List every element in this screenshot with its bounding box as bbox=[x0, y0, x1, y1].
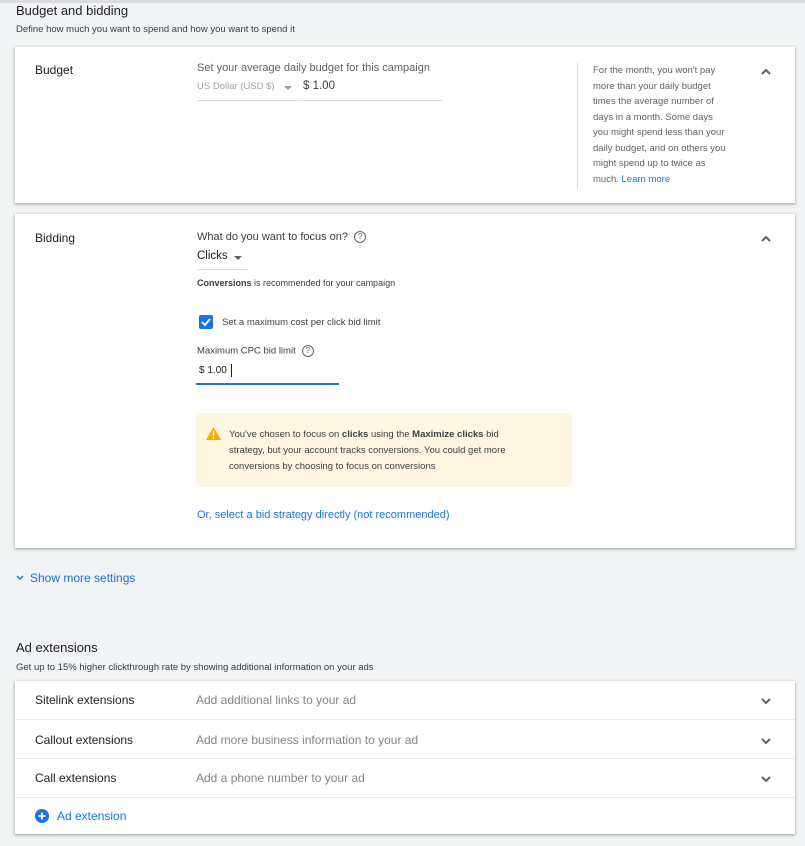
warning-banner: You've chosen to focus on clicks using t… bbox=[196, 413, 572, 487]
help-line: daily budget, and on others you bbox=[593, 142, 726, 154]
help-line: For the month, you won't pay bbox=[593, 65, 716, 76]
warning-line-2: strategy, but your account tracks conver… bbox=[229, 445, 506, 456]
warning-bold: Maximize clicks bbox=[412, 429, 484, 440]
warning-seg: bid bbox=[483, 429, 499, 440]
currency-select[interactable]: US Dollar (USD $) bbox=[197, 77, 297, 101]
ad-extensions-card: Sitelink extensions Add additional links… bbox=[15, 681, 795, 834]
ad-extensions-subtitle: Get up to 15% higher clickthrough rate b… bbox=[16, 662, 374, 673]
chevron-down-icon bbox=[16, 575, 24, 581]
collapse-chevron-up-icon[interactable] bbox=[759, 232, 773, 246]
chevron-down-icon bbox=[761, 738, 771, 745]
recommendation-text: Conversions is recommended for your camp… bbox=[197, 278, 395, 288]
max-cpc-value: $ 1.00 bbox=[199, 365, 227, 376]
dropdown-arrow-icon bbox=[284, 86, 292, 90]
help-divider bbox=[577, 63, 578, 189]
extension-label: Call extensions bbox=[35, 771, 117, 785]
check-icon bbox=[201, 318, 211, 327]
extension-desc: Add more business information to your ad bbox=[196, 733, 419, 747]
warning-seg: You've chosen to focus on bbox=[229, 429, 342, 440]
focus-question-row: What do you want to focus on?? bbox=[197, 231, 367, 244]
chevron-down-icon bbox=[761, 698, 771, 705]
recommendation-rest: is recommended for your campaign bbox=[251, 278, 396, 288]
budget-prompt: Set your average daily budget for this c… bbox=[197, 62, 430, 74]
dropdown-arrow-icon bbox=[234, 256, 242, 260]
budget-amount-value: $ 1.00 bbox=[303, 80, 335, 92]
add-extension-label: Ad extension bbox=[57, 809, 127, 823]
extension-row-call[interactable]: Call extensions Add a phone number to yo… bbox=[15, 759, 795, 797]
add-circle-icon bbox=[35, 809, 49, 823]
show-more-label: Show more settings bbox=[30, 571, 136, 585]
budget-card: Budget Set your average daily budget for… bbox=[15, 47, 795, 203]
help-line: you might spend less than your bbox=[593, 127, 725, 138]
help-line-last: much. Learn more bbox=[593, 172, 763, 188]
warning-text: You've chosen to focus on clicks using t… bbox=[229, 427, 564, 475]
warning-icon bbox=[206, 427, 221, 440]
extension-desc: Add additional links to your ad bbox=[196, 693, 357, 707]
warning-bold: clicks bbox=[341, 429, 369, 440]
row-divider bbox=[15, 797, 795, 798]
budget-bidding-subtitle: Define how much you want to spend and ho… bbox=[16, 24, 295, 35]
extension-label: Callout extensions bbox=[35, 733, 134, 747]
focus-select-value: Clicks bbox=[197, 250, 228, 262]
extension-desc: Add a phone number to your ad bbox=[196, 771, 365, 785]
max-cpc-label: Maximum CPC bid limit bbox=[197, 345, 296, 357]
text-cursor bbox=[231, 364, 232, 377]
help-line: days in a month. Some days bbox=[593, 111, 713, 123]
max-cpc-checkbox[interactable] bbox=[199, 315, 213, 329]
budget-label: Budget bbox=[35, 63, 74, 77]
currency-select-value: US Dollar (USD $) bbox=[197, 81, 275, 92]
budget-bidding-title: Budget and bidding bbox=[16, 3, 129, 18]
help-line: times the average number of bbox=[593, 96, 714, 107]
ad-extensions-title: Ad extensions bbox=[16, 640, 98, 655]
help-icon[interactable]: ? bbox=[354, 231, 367, 244]
extension-row-sitelink[interactable]: Sitelink extensions Add additional links… bbox=[15, 681, 795, 719]
chevron-down-icon bbox=[761, 776, 771, 783]
max-cpc-label-row: Maximum CPC bid limit? bbox=[197, 345, 314, 357]
extension-label: Sitelink extensions bbox=[35, 693, 135, 707]
collapse-chevron-up-icon[interactable] bbox=[759, 65, 773, 79]
bidding-label: Bidding bbox=[35, 231, 76, 245]
extension-row-callout[interactable]: Callout extensions Add more business inf… bbox=[15, 720, 795, 758]
learn-more-link[interactable]: Learn more bbox=[622, 174, 671, 185]
budget-amount-input[interactable]: $ 1.00 bbox=[299, 77, 442, 101]
max-cpc-input[interactable]: $ 1.00 bbox=[196, 360, 339, 385]
help-line: more than your daily budget bbox=[593, 80, 711, 92]
warning-line-1: You've chosen to focus on clicks using t… bbox=[229, 427, 564, 443]
warning-seg: using the bbox=[368, 429, 413, 440]
max-cpc-checkbox-label: Set a maximum cost per click bid limit bbox=[222, 317, 381, 328]
bidding-card: Bidding What do you want to focus on?? C… bbox=[15, 214, 795, 548]
help-line: might spend up to twice as bbox=[593, 158, 706, 169]
focus-question: What do you want to focus on? bbox=[197, 231, 349, 243]
bid-strategy-link[interactable]: Or, select a bid strategy directly (not … bbox=[197, 509, 450, 521]
recommendation-bold: Conversions bbox=[197, 278, 252, 288]
help-line-end: much. bbox=[593, 173, 619, 185]
warning-line-3: conversions by choosing to focus on conv… bbox=[229, 461, 436, 472]
help-icon[interactable]: ? bbox=[301, 345, 314, 357]
budget-help-text: For the month, you won't pay more than y… bbox=[593, 63, 763, 187]
focus-select[interactable]: Clicks bbox=[197, 247, 247, 270]
